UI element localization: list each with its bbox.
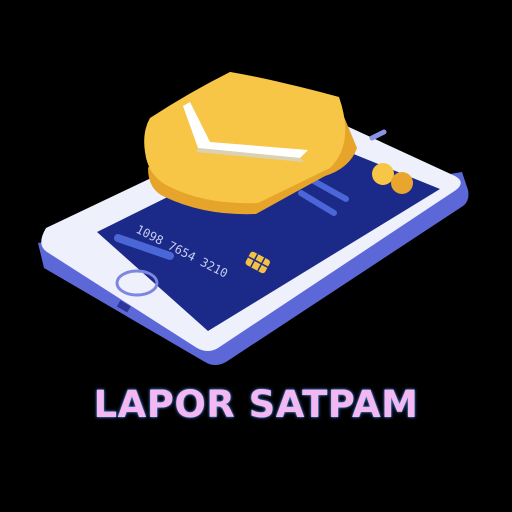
phone-speaker — [369, 129, 387, 141]
app-logo-illustration: 1098 7654 3210 — [38, 72, 469, 365]
app-title: LAPOR SATPAM — [93, 383, 419, 426]
card-logo-left — [372, 163, 394, 185]
card-logo-right — [391, 172, 413, 194]
